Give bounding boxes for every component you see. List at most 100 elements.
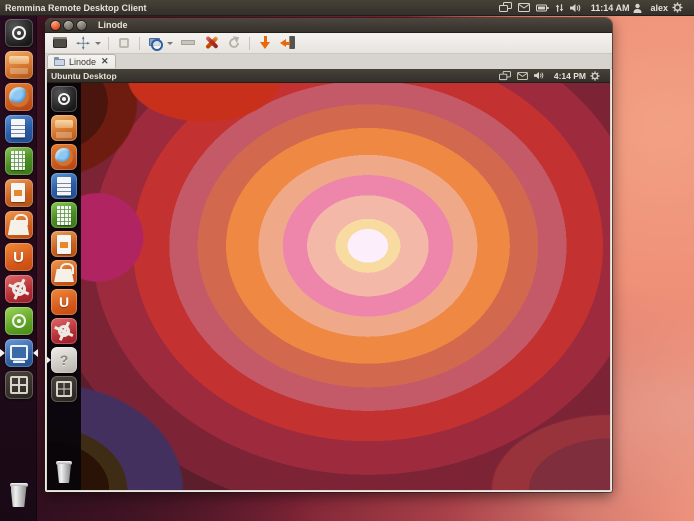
- workspace-switcher-icon: [51, 376, 77, 402]
- host-launcher-item-firefox[interactable]: [5, 83, 33, 111]
- libreoffice-calc-icon: [5, 147, 33, 175]
- mail-icon[interactable]: [518, 3, 530, 12]
- host-launcher-item-impress[interactable]: [5, 179, 33, 207]
- host-launcher-item-software-center[interactable]: [5, 211, 33, 239]
- mail-icon[interactable]: [517, 72, 528, 80]
- user-menu: [633, 3, 642, 13]
- remote-launcher-item-system-settings[interactable]: [51, 318, 77, 344]
- volume-icon[interactable]: [534, 71, 544, 80]
- host-launcher: U: [0, 16, 37, 521]
- active-window-indicator-left: [0, 349, 5, 357]
- software-center-icon: [5, 211, 33, 239]
- host-launcher-item-ubuntu-one[interactable]: U: [5, 243, 33, 271]
- host-launcher-item-writer[interactable]: [5, 115, 33, 143]
- fullscreen-icon[interactable]: [52, 35, 68, 51]
- connection-icon: [54, 57, 65, 66]
- remote-top-panel: Ubuntu Desktop 4:14 PM: [47, 69, 610, 83]
- host-launcher-item-trash[interactable]: [5, 481, 33, 509]
- remote-launcher-item-trash[interactable]: [51, 459, 77, 485]
- gear-icon[interactable]: [672, 2, 683, 13]
- tab-close-button[interactable]: ✕: [101, 56, 109, 67]
- help-letter: ?: [51, 347, 77, 373]
- scale-icon[interactable]: [116, 35, 132, 51]
- system-settings-icon: [5, 275, 33, 303]
- remote-launcher-item-calc[interactable]: [51, 202, 77, 228]
- remote-launcher-item-workspace-switcher[interactable]: [51, 376, 77, 402]
- ubuntu-dash-icon: [5, 19, 33, 47]
- tab-linode[interactable]: Linode ✕: [47, 54, 116, 68]
- session-menu: [672, 2, 683, 13]
- toolbar-separator: [108, 37, 109, 50]
- host-launcher-item-calc[interactable]: [5, 147, 33, 175]
- remmina-titlebar[interactable]: Linode: [45, 18, 612, 33]
- remote-panel-title: Ubuntu Desktop: [51, 71, 117, 81]
- remote-screens-icon[interactable]: [499, 2, 512, 13]
- pan-icon[interactable]: [75, 35, 91, 51]
- preferences-icon[interactable]: [203, 35, 219, 51]
- maximize-button[interactable]: [77, 21, 86, 30]
- trash-icon: [5, 481, 33, 509]
- host-launcher-item-dash-home[interactable]: [5, 19, 33, 47]
- host-panel-title: Remmina Remote Desktop Client: [5, 3, 147, 13]
- ubuntu-software-icon: [5, 307, 33, 335]
- battery-icon[interactable]: [536, 4, 549, 12]
- host-top-panel: Remmina Remote Desktop Client 11:14 AM a…: [0, 0, 694, 16]
- remote-launcher-item-impress[interactable]: [51, 231, 77, 257]
- remote-launcher-item-ubuntu-one[interactable]: U: [51, 289, 77, 315]
- ubuntu-one-letter: U: [51, 289, 77, 315]
- refresh-icon[interactable]: [226, 35, 242, 51]
- trash-icon: [51, 459, 77, 485]
- host-launcher-item-home-folder[interactable]: [5, 51, 33, 79]
- remote-launcher-item-dash-home[interactable]: [51, 86, 77, 112]
- ubuntu-dash-icon: [51, 86, 77, 112]
- remote-launcher-item-help[interactable]: ?: [51, 347, 77, 373]
- libreoffice-writer-icon: [51, 173, 77, 199]
- remote-session-menu: [590, 71, 600, 81]
- host-launcher-item-workspace-switcher[interactable]: [5, 371, 33, 399]
- remote-launcher-item-software-center[interactable]: [51, 260, 77, 286]
- home-folder-icon: [5, 51, 33, 79]
- host-launcher-item-system-settings[interactable]: [5, 275, 33, 303]
- remote-tray: [499, 71, 544, 81]
- libreoffice-impress-icon: [51, 231, 77, 257]
- zoom-dropdown-caret[interactable]: [167, 42, 173, 45]
- ubuntu-one-icon: U: [5, 243, 33, 271]
- remote-launcher-item-firefox[interactable]: [51, 144, 77, 170]
- close-button[interactable]: [51, 21, 60, 30]
- ubuntu-one-letter: U: [5, 243, 33, 271]
- tab-label: Linode: [69, 57, 96, 67]
- remote-clock[interactable]: 4:14 PM: [554, 71, 586, 81]
- libreoffice-impress-icon: [5, 179, 33, 207]
- remmina-window: Linode Linode ✕ Ubuntu Desktop: [45, 18, 612, 492]
- home-folder-icon: [51, 115, 77, 141]
- system-settings-icon: [51, 318, 77, 344]
- active-window-indicator-right: [33, 349, 38, 357]
- pan-dropdown-caret[interactable]: [95, 42, 101, 45]
- host-launcher-item-ubuntu-software[interactable]: [5, 307, 33, 335]
- firefox-icon: [51, 144, 77, 170]
- user-icon[interactable]: [633, 3, 642, 13]
- screenshot-icon[interactable]: [257, 35, 273, 51]
- sync-arrows-icon[interactable]: [555, 3, 564, 13]
- remote-wallpaper[interactable]: [47, 69, 610, 490]
- disconnect-icon[interactable]: [280, 35, 296, 51]
- host-clock[interactable]: 11:14 AM: [591, 3, 630, 13]
- host-launcher-item-remmina[interactable]: [5, 339, 33, 367]
- gear-icon[interactable]: [590, 71, 600, 81]
- help-icon: ?: [51, 347, 77, 373]
- remote-screens-icon[interactable]: [499, 71, 511, 81]
- remote-session-viewport[interactable]: Ubuntu Desktop 4:14 PM U: [47, 69, 610, 490]
- disconnect-arrowhead: [280, 39, 286, 47]
- volume-icon[interactable]: [570, 3, 581, 13]
- zoom-icon[interactable]: [147, 35, 163, 51]
- minimize-button[interactable]: [64, 21, 73, 30]
- remmina-icon: [5, 339, 33, 367]
- remmina-tabbar: Linode ✕: [45, 54, 612, 69]
- workspace-switcher-icon: [5, 371, 33, 399]
- remote-launcher-item-writer[interactable]: [51, 173, 77, 199]
- keyboard-grab-icon[interactable]: [180, 35, 196, 51]
- username-label[interactable]: alex: [650, 3, 668, 13]
- remote-launcher-item-home-folder[interactable]: [51, 115, 77, 141]
- window-title: Linode: [98, 20, 128, 30]
- toolbar-separator: [249, 37, 250, 50]
